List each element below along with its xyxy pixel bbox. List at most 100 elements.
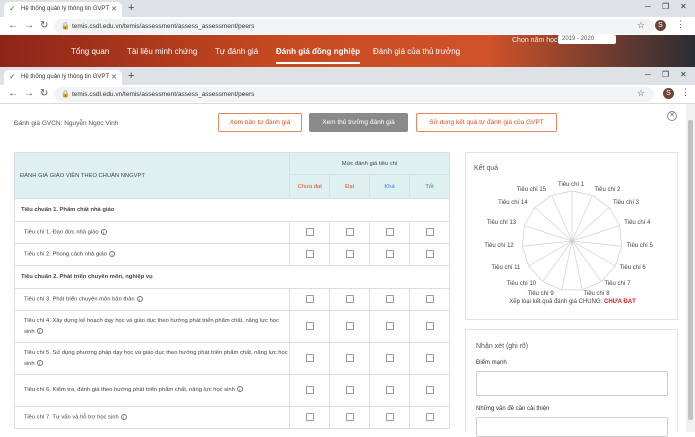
checkbox[interactable] xyxy=(345,353,354,362)
nav-evidence[interactable]: Tài liệu minh chứng xyxy=(127,47,197,56)
criterion-label: Tiêu chí 7. Tư vấn và hỗ trợ học sinh xyxy=(24,414,119,421)
checkbox[interactable] xyxy=(385,294,394,303)
checkbox[interactable] xyxy=(305,227,314,236)
checkbox[interactable] xyxy=(305,353,314,362)
use-self-result-button[interactable]: Sử dụng kết quả tự đánh giá của GVPT xyxy=(416,113,557,132)
nav-principal-assessment[interactable]: Đánh giá của thủ trưởng xyxy=(373,47,460,56)
checkbox[interactable] xyxy=(305,412,314,421)
radar-label: Tiêu chí 7 xyxy=(604,281,631,288)
checkbox[interactable] xyxy=(305,321,314,330)
school-year-select[interactable]: 2019 - 2020 xyxy=(558,35,616,44)
checkbox[interactable] xyxy=(425,249,434,258)
reload-icon[interactable]: ↻ xyxy=(40,88,48,99)
maximize-icon[interactable]: ❐ xyxy=(662,70,669,79)
radar-spoke xyxy=(571,225,620,242)
site-favicon-icon: ✓ xyxy=(9,4,16,13)
criterion-label: Tiêu chí 1. Đạo đức nhà giáo xyxy=(24,229,99,236)
maximize-icon[interactable]: ❐ xyxy=(662,2,669,11)
nav-overview[interactable]: Tổng quan xyxy=(71,47,109,56)
standard-1-row: Tiêu chuẩn 1. Phẩm chất nhà giáo xyxy=(14,198,450,222)
level-good-header: Khá xyxy=(369,174,411,199)
checkbox[interactable] xyxy=(385,227,394,236)
info-icon[interactable]: i xyxy=(136,296,143,303)
checkbox[interactable] xyxy=(305,385,314,394)
close-tab-icon[interactable]: ✕ xyxy=(111,5,117,13)
checkbox[interactable] xyxy=(345,385,354,394)
checkbox[interactable] xyxy=(345,249,354,258)
checkbox[interactable] xyxy=(385,249,394,258)
bookmark-star-icon[interactable]: ☆ xyxy=(637,88,645,99)
minimize-icon[interactable]: ─ xyxy=(645,70,651,79)
bookmark-star-icon[interactable]: ☆ xyxy=(637,20,645,31)
checkbox[interactable] xyxy=(385,412,394,421)
scrollbar-thumb[interactable] xyxy=(688,120,693,420)
front-url-field[interactable]: 🔒 temis.csdl.edu.vn/temis/assessment/ass… xyxy=(54,87,654,102)
strengths-textarea[interactable] xyxy=(476,371,668,396)
browser-menu-icon[interactable]: ⋮ xyxy=(681,87,690,98)
radar-label: Tiêu chí 12 xyxy=(484,242,514,249)
info-icon[interactable]: i xyxy=(236,386,243,393)
back-browser-tab[interactable]: ✓ Hệ thống quản lý thông tin GVPT ✕ xyxy=(4,2,122,17)
nav-peer-assessment[interactable]: Đánh giá đồng nghiệp xyxy=(276,47,360,64)
front-tabstrip: ✓ Hệ thống quản lý thông tin GVPT ✕ + ─ … xyxy=(0,67,695,85)
improve-label: Những vấn đề cần cải thiện xyxy=(476,406,550,412)
checkbox[interactable] xyxy=(425,353,434,362)
profile-avatar[interactable]: S xyxy=(655,20,666,31)
back-url-text: temis.csdl.edu.vn/temis/assessment/asses… xyxy=(72,23,255,30)
improve-textarea[interactable] xyxy=(476,417,668,437)
info-icon[interactable]: i xyxy=(120,414,127,421)
view-self-assessment-button[interactable]: Xem bản tự đánh giá xyxy=(218,113,302,132)
criterion-label: Tiêu chí 6. Kiểm tra, đánh giá theo hướn… xyxy=(24,387,235,393)
radar-label: Tiêu chí 8 xyxy=(583,290,610,297)
browser-menu-icon[interactable]: ⋮ xyxy=(676,19,685,30)
radar-label: Tiêu chí 14 xyxy=(498,200,528,207)
back-arrow-icon[interactable]: ← xyxy=(8,88,18,99)
checkbox[interactable] xyxy=(385,353,394,362)
close-window-icon[interactable]: ✕ xyxy=(680,70,687,79)
checkbox[interactable] xyxy=(305,294,314,303)
close-icon[interactable]: ✕ xyxy=(667,111,677,121)
radar-label: Tiêu chí 5 xyxy=(626,242,653,249)
reload-icon[interactable]: ↻ xyxy=(40,20,48,31)
info-icon[interactable]: i xyxy=(108,251,115,258)
new-tab-button[interactable]: + xyxy=(128,2,134,14)
checkbox[interactable] xyxy=(345,321,354,330)
front-address-bar: ← → ↻ 🔒 temis.csdl.edu.vn/temis/assessme… xyxy=(0,85,695,104)
radar-label: Tiêu chí 11 xyxy=(491,264,521,271)
close-window-icon[interactable]: ✕ xyxy=(680,2,687,11)
criteria-table: ĐÁNH GIÁ GIÁO VIÊN THEO CHUẨN NNGVPT Mức… xyxy=(13,152,450,429)
criterion-label: Tiêu chí 5. Sử dụng phương pháp dạy học … xyxy=(24,349,288,367)
criterion-label: Tiêu chí 4. Xây dựng kế hoạch dạy học và… xyxy=(24,317,279,335)
checkbox[interactable] xyxy=(385,385,394,394)
nav-self-assessment[interactable]: Tự đánh giá xyxy=(215,47,258,56)
table-row: Tiêu chí 4. Xây dựng kế hoạch dạy học và… xyxy=(13,310,450,343)
radar-spoke xyxy=(534,207,573,242)
profile-avatar[interactable]: S xyxy=(663,88,674,99)
forward-arrow-icon[interactable]: → xyxy=(24,20,34,31)
checkbox[interactable] xyxy=(425,321,434,330)
checkbox[interactable] xyxy=(425,412,434,421)
checkbox[interactable] xyxy=(425,227,434,236)
new-tab-button[interactable]: + xyxy=(128,70,134,82)
view-principal-assessment-button[interactable]: Xem thủ trưởng đánh giá xyxy=(309,113,408,132)
info-icon[interactable]: i xyxy=(36,327,43,334)
radar-label: Tiêu chí 6 xyxy=(619,264,646,271)
checkbox[interactable] xyxy=(385,321,394,330)
forward-arrow-icon[interactable]: → xyxy=(24,88,34,99)
close-tab-icon[interactable]: ✕ xyxy=(111,73,117,81)
minimize-icon[interactable]: ─ xyxy=(645,2,651,11)
checkbox[interactable] xyxy=(305,249,314,258)
checkbox[interactable] xyxy=(345,227,354,236)
back-arrow-icon[interactable]: ← xyxy=(8,20,18,31)
info-icon[interactable]: i xyxy=(36,359,43,366)
checkbox[interactable] xyxy=(345,294,354,303)
checkbox[interactable] xyxy=(425,385,434,394)
checkbox[interactable] xyxy=(425,294,434,303)
info-icon[interactable]: i xyxy=(100,229,107,236)
radar-spoke xyxy=(571,195,593,242)
page-scrollbar[interactable] xyxy=(686,104,695,432)
back-url-field[interactable]: 🔒 temis.csdl.edu.vn/temis/assessment/ass… xyxy=(54,19,654,34)
checkbox[interactable] xyxy=(345,412,354,421)
comments-title: Nhận xét (ghi rõ) xyxy=(476,343,529,350)
front-browser-tab[interactable]: ✓ Hệ thống quản lý thông tin GVPT ✕ xyxy=(4,70,122,85)
